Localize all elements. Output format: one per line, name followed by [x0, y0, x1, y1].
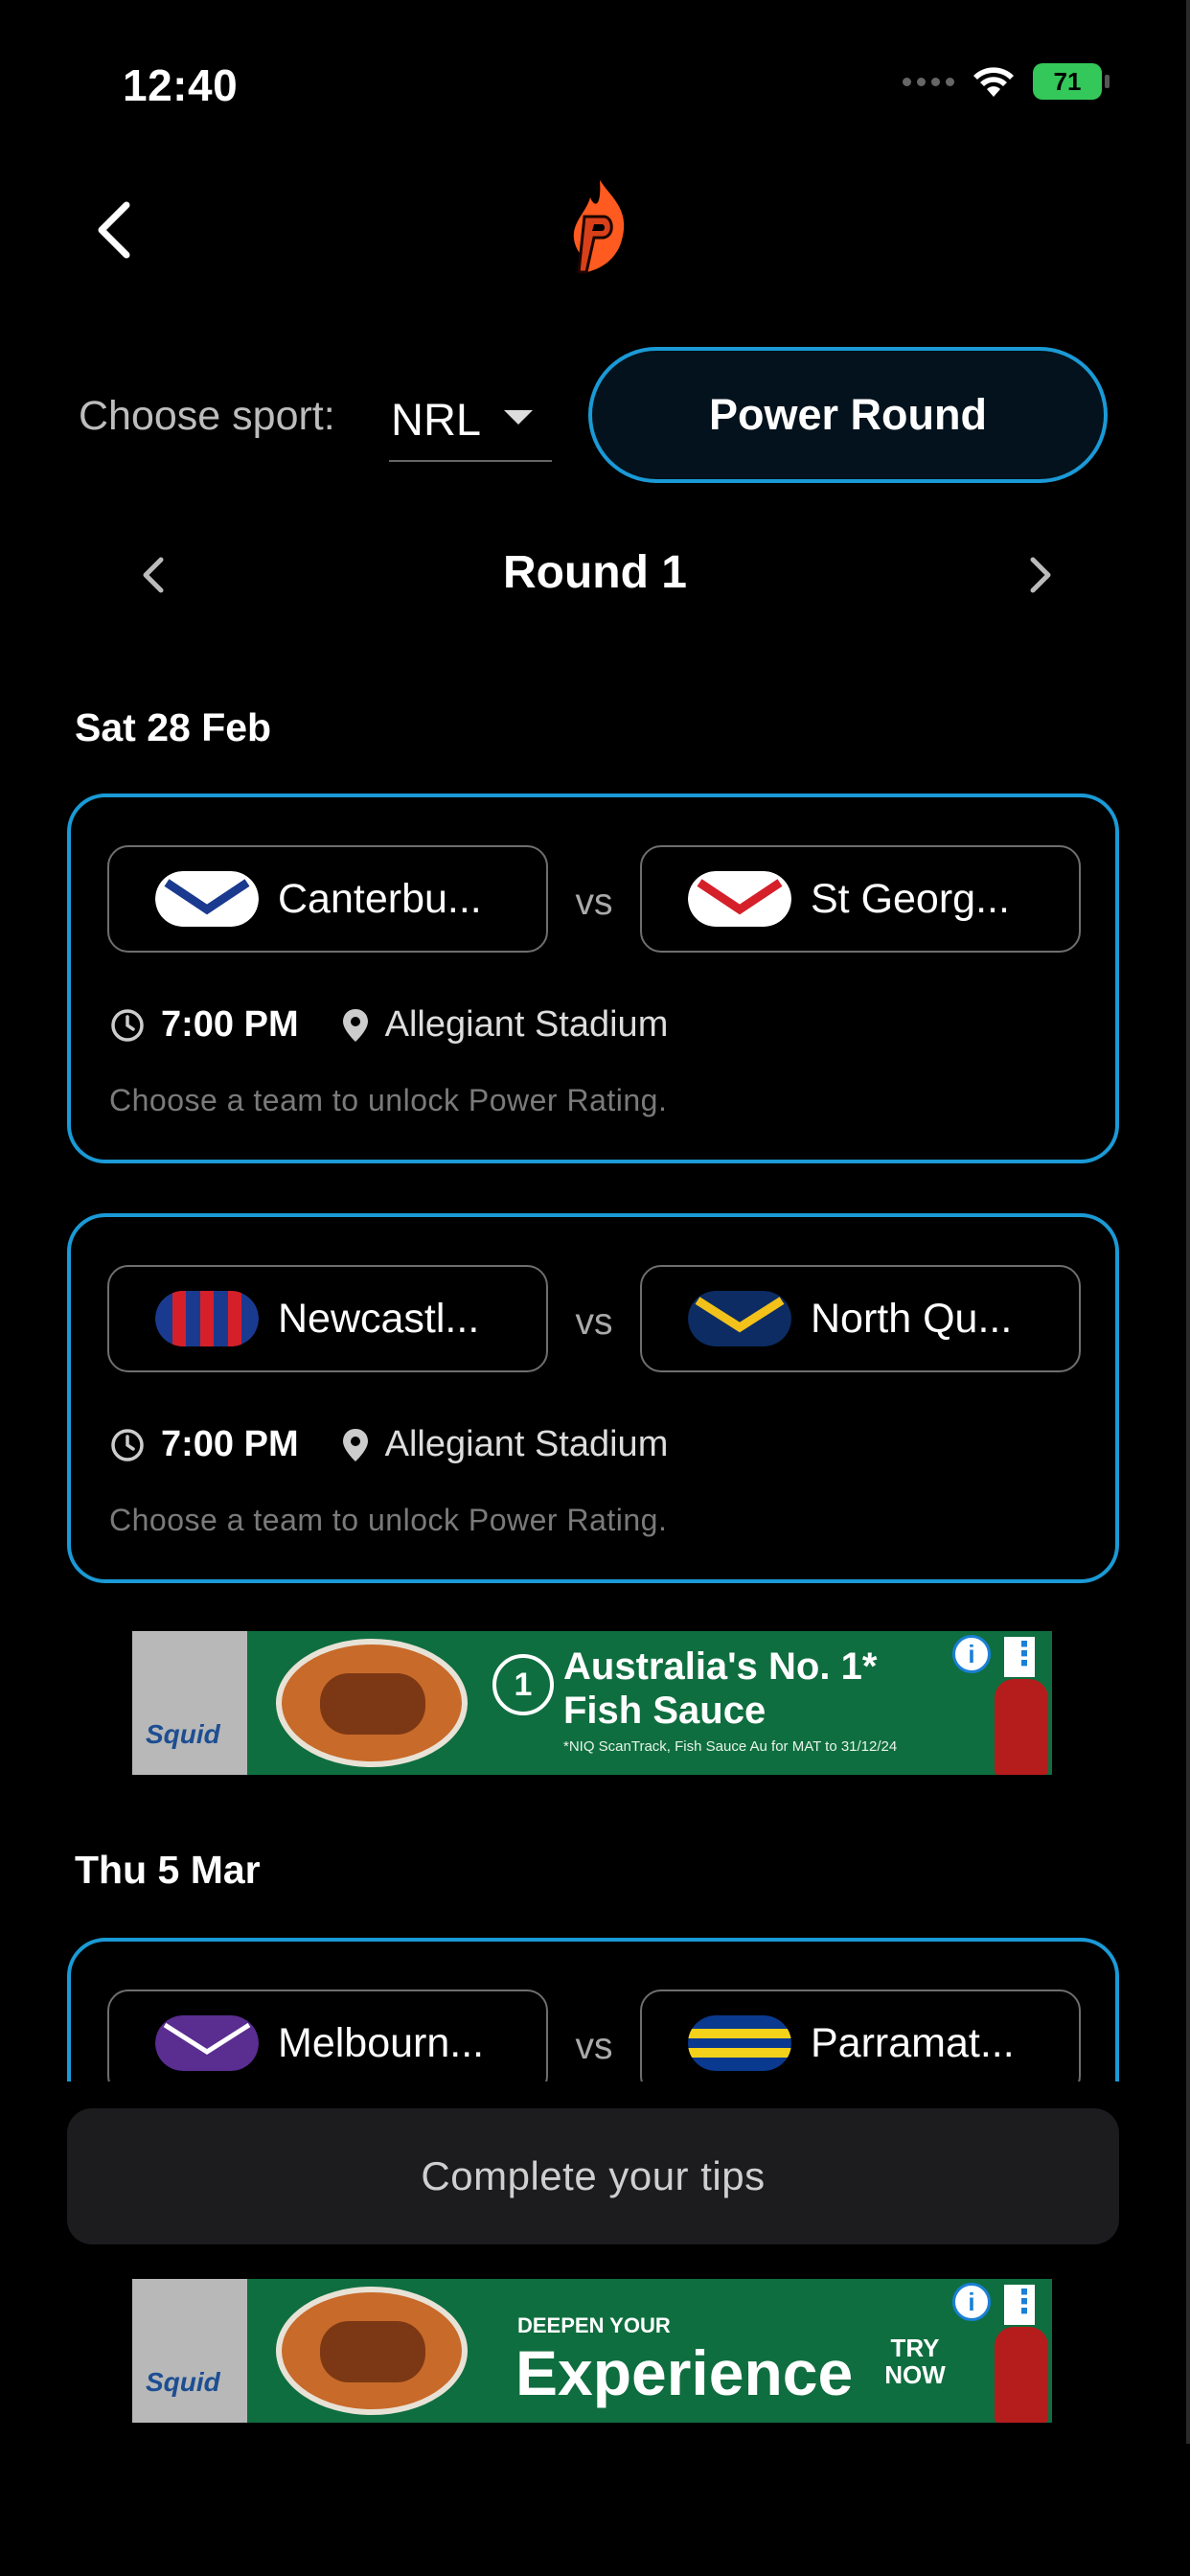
ad-headline: Experience	[515, 2337, 854, 2408]
vs-label: vs	[575, 2026, 613, 2067]
match-card: Newcastl... vs North Qu... 7:00 PM Alleg…	[67, 1213, 1119, 1583]
ad-fine-print: *NIQ ScanTrack, Fish Sauce Au for MAT to…	[563, 1738, 898, 1755]
match-meta: 7:00 PM Allegiant Stadium	[109, 1424, 668, 1465]
cellular-signal-icon	[903, 77, 954, 86]
vs-label: vs	[575, 882, 613, 923]
newcastle-jersey-icon	[155, 1291, 259, 1346]
location-pin-icon	[342, 1008, 368, 1042]
battery-icon: 71	[1033, 63, 1110, 100]
home-team-button[interactable]: Canterbu...	[107, 845, 548, 953]
ad-banner[interactable]: Squid 1 Australia's No. 1* Fish Sauce *N…	[132, 1631, 1052, 1775]
home-team-button[interactable]: Melbourn...	[107, 1990, 548, 2082]
wifi-icon	[973, 67, 1014, 97]
food-plate-image	[276, 2287, 468, 2415]
match-card: Canterbu... vs St Georg... 7:00 PM Alleg…	[67, 794, 1119, 1163]
battery-level: 71	[1053, 66, 1082, 96]
date-heading: Sat 28 Feb	[75, 705, 272, 749]
ad-info-icon[interactable]: i	[952, 1635, 991, 1673]
ad-preheadline: DEEPEN YOUR	[517, 2313, 671, 2337]
choose-sport-label: Choose sport:	[79, 393, 335, 439]
home-team-button[interactable]: Newcastl...	[107, 1265, 548, 1372]
squid-brand-logo: Squid	[132, 2279, 247, 2423]
away-team-button[interactable]: Parramat...	[640, 1990, 1081, 2082]
power-rating-hint: Choose a team to unlock Power Rating.	[109, 1083, 668, 1117]
scrollbar[interactable]	[1186, 0, 1190, 2444]
team-name: Canterbu...	[278, 875, 482, 922]
ad-more-options-icon[interactable]	[1004, 1635, 1041, 1677]
ad-info-icon[interactable]: i	[952, 2283, 991, 2321]
round-title: Round 1	[503, 547, 687, 598]
scroll-content-clip: Melbourn... vs Parramat...	[0, 1917, 1150, 2082]
ad-banner[interactable]: Squid DEEPEN YOUR Experience TRY NOW i	[132, 2279, 1052, 2423]
match-time: 7:00 PM	[161, 1424, 299, 1464]
sport-dropdown-value: NRL	[391, 394, 482, 445]
match-venue: Allegiant Stadium	[384, 1424, 669, 1464]
status-indicators: 71	[903, 63, 1110, 100]
date-heading: Thu 5 Mar	[75, 1848, 261, 1892]
clock-icon	[111, 1008, 144, 1042]
parramatta-jersey-icon	[688, 2015, 791, 2071]
sauce-bottle-image	[995, 2327, 1048, 2423]
app-logo-icon	[573, 180, 625, 274]
next-round-button[interactable]	[1021, 554, 1060, 596]
caret-down-icon	[504, 410, 533, 425]
match-card: Melbourn... vs Parramat...	[67, 1938, 1119, 2082]
match-meta: 7:00 PM Allegiant Stadium	[109, 1004, 668, 1046]
status-time: 12:40	[123, 60, 239, 110]
away-team-button[interactable]: North Qu...	[640, 1265, 1081, 1372]
north-queensland-jersey-icon	[688, 1291, 791, 1346]
location-pin-icon	[342, 1428, 368, 1461]
clock-icon	[111, 1428, 144, 1461]
food-plate-image	[276, 1639, 468, 1767]
canterbury-jersey-icon	[155, 871, 259, 927]
complete-tips-button[interactable]: Complete your tips	[67, 2108, 1119, 2244]
power-rating-hint: Choose a team to unlock Power Rating.	[109, 1503, 668, 1537]
st-george-jersey-icon	[688, 871, 791, 927]
match-time: 7:00 PM	[161, 1004, 299, 1045]
team-name: St Georg...	[811, 875, 1010, 922]
away-team-button[interactable]: St Georg...	[640, 845, 1081, 953]
number-one-medal-icon: 1	[492, 1654, 554, 1715]
sauce-bottle-image	[995, 1679, 1048, 1775]
team-name: Melbourn...	[278, 2019, 485, 2066]
back-button[interactable]	[88, 199, 142, 261]
sport-dropdown[interactable]: NRL	[389, 380, 552, 462]
match-venue: Allegiant Stadium	[384, 1004, 669, 1045]
ad-cta[interactable]: TRY NOW	[881, 2334, 949, 2388]
power-round-button[interactable]: Power Round	[588, 347, 1108, 483]
team-name: Parramat...	[811, 2019, 1015, 2066]
ad-headline: Australia's No. 1* Fish Sauce	[563, 1645, 878, 1732]
team-name: Newcastl...	[278, 1295, 480, 1342]
melbourne-jersey-icon	[155, 2015, 259, 2071]
team-name: North Qu...	[811, 1295, 1013, 1342]
ad-more-options-icon[interactable]	[1004, 2283, 1041, 2325]
squid-brand-logo: Squid	[132, 1631, 247, 1775]
vs-label: vs	[575, 1301, 613, 1343]
